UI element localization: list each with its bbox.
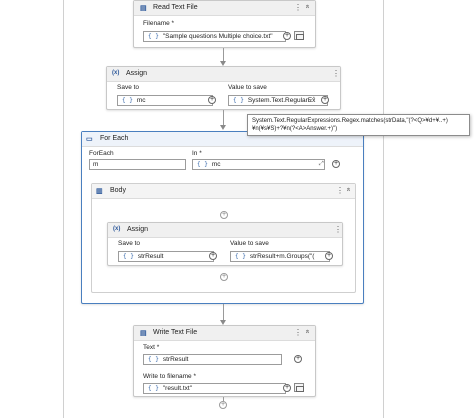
write-to-filename-value: "result.txt" — [162, 385, 193, 392]
connector-arrow — [220, 125, 226, 130]
write-text-file-title: Write Text File — [153, 329, 198, 336]
browse-folder-icon[interactable] — [294, 31, 304, 40]
save-to-label: Save to — [118, 240, 141, 247]
expression-icon: { } — [148, 33, 159, 40]
value-to-save-value: strResult+m.Groups("( — [249, 253, 315, 260]
value-to-save-label: Value to save — [230, 240, 269, 247]
collapse-icon[interactable]: « — [303, 330, 310, 334]
in-label: In * — [192, 150, 202, 157]
save-to-field[interactable]: { } mc — [117, 95, 213, 106]
add-variable-icon[interactable]: + — [209, 252, 217, 260]
add-variable-icon[interactable]: + — [332, 160, 340, 168]
add-activity-icon[interactable]: + — [220, 273, 228, 281]
add-activity-icon[interactable]: + — [220, 211, 228, 219]
for-each-title: For Each — [100, 135, 129, 142]
body-container[interactable]: ▥ Body ⋮ « + (x) Assign ⋮ Save to Value … — [91, 183, 356, 293]
assign-title: Assign — [127, 226, 149, 233]
expression-icon: { } — [122, 97, 133, 104]
file-icon: ▤ — [140, 5, 147, 12]
save-to-value: strResult — [137, 253, 164, 260]
add-variable-icon[interactable]: + — [283, 32, 291, 40]
more-options-icon[interactable]: ⋮ — [332, 69, 340, 78]
expression-icon: { } — [148, 385, 159, 392]
write-to-filename-label: Write to filename * — [143, 373, 196, 380]
add-variable-icon[interactable]: + — [321, 96, 329, 104]
filename-value: "Sample questions Multiple choice.txt" — [162, 33, 273, 40]
connector-line — [223, 48, 224, 61]
more-options-icon[interactable]: ⋮ — [294, 3, 302, 12]
add-activity-icon[interactable]: + — [219, 401, 227, 409]
assign-icon: (x) — [112, 70, 120, 76]
file-icon: ▤ — [140, 330, 147, 337]
filename-field[interactable]: { } "Sample questions Multiple choice.txt… — [143, 31, 286, 42]
add-variable-icon[interactable]: + — [325, 252, 333, 260]
write-text-file-activity[interactable]: ▤ Write Text File ⋮ « Text * { } strResul… — [133, 325, 316, 397]
connector-line — [223, 110, 224, 125]
expand-editor-icon[interactable]: ⤢ — [310, 97, 315, 104]
foreach-value: m — [93, 161, 99, 168]
save-to-field[interactable]: { } strResult — [118, 251, 214, 262]
assign-icon: (x) — [113, 226, 121, 232]
read-text-file-title: Read Text File — [153, 4, 198, 11]
connector-line — [223, 304, 224, 320]
save-to-label: Save to — [117, 84, 140, 91]
more-options-icon[interactable]: ⋮ — [334, 225, 342, 234]
expression-icon: { } — [123, 253, 134, 260]
text-field[interactable]: { } strResult — [143, 354, 282, 365]
save-to-value: mc — [136, 97, 146, 104]
add-variable-icon[interactable]: + — [283, 384, 291, 392]
write-to-filename-field[interactable]: { } "result.txt" — [143, 383, 286, 394]
expression-icon: { } — [235, 253, 246, 260]
canvas-left-border — [63, 0, 64, 418]
more-options-icon[interactable]: ⋮ — [294, 328, 302, 337]
filename-label: Filename * — [143, 20, 175, 27]
collapse-icon[interactable]: « — [344, 188, 351, 192]
in-field[interactable]: { } mc — [192, 159, 325, 170]
in-value: mc — [211, 161, 221, 168]
assign-activity[interactable]: (x) Assign ⋮ Save to Value to save { } st… — [107, 222, 343, 266]
browse-folder-icon[interactable] — [294, 383, 304, 392]
expand-editor-icon[interactable]: ⤢ — [319, 161, 324, 168]
value-to-save-label: Value to save — [228, 84, 267, 91]
add-variable-icon[interactable]: + — [208, 96, 216, 104]
expression-icon: { } — [233, 97, 244, 104]
assign-title: Assign — [126, 70, 148, 77]
for-each-activity[interactable]: ▭ For Each ForEach In * m { } mc ⤢ + ▥ Bo… — [81, 131, 364, 304]
body-title: Body — [110, 187, 126, 194]
canvas-right-border — [383, 0, 384, 418]
value-to-save-value: System.Text.RegularEx — [247, 97, 316, 104]
expression-tooltip: System.Text.RegularExpressions.Regex.mat… — [247, 114, 470, 136]
text-value: strResult — [162, 356, 189, 363]
assign-activity[interactable]: (x) Assign ⋮ Save to Value to save { } mc… — [106, 66, 341, 110]
tooltip-text: System.Text.RegularExpressions.Regex.mat… — [252, 118, 448, 132]
text-label: Text * — [143, 344, 160, 351]
foreach-field[interactable]: m — [89, 159, 186, 170]
value-to-save-field[interactable]: { } strResult+m.Groups("( — [230, 251, 330, 262]
loop-icon: ▭ — [86, 136, 93, 143]
foreach-label: ForEach — [89, 150, 114, 157]
expression-icon: { } — [148, 356, 159, 363]
read-text-file-activity[interactable]: ▤ Read Text File ⋮ « Filename * { } "Samp… — [133, 0, 316, 48]
body-header — [92, 184, 355, 199]
more-options-icon[interactable]: ⋮ — [336, 186, 344, 195]
sequence-icon: ▥ — [96, 188, 103, 195]
add-variable-icon[interactable]: + — [294, 355, 302, 363]
collapse-icon[interactable]: « — [303, 5, 310, 9]
expression-icon: { } — [197, 161, 208, 168]
